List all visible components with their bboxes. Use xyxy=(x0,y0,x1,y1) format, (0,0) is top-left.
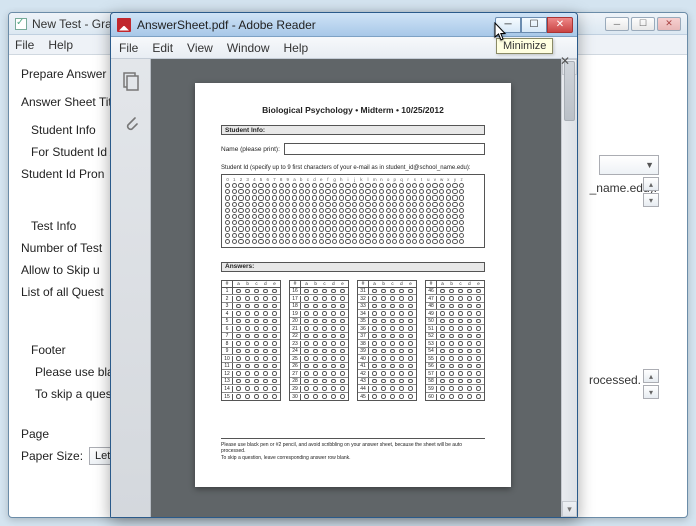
side-toolbar xyxy=(111,59,151,517)
answers-grid: #abcde123456789101112131415#abcde1617181… xyxy=(221,280,485,402)
footer-l2: To skip a question, leave corresponding … xyxy=(221,455,485,462)
name-label: Name (please print): xyxy=(221,146,280,153)
menu-view[interactable]: View xyxy=(187,41,213,55)
name-field xyxy=(284,143,485,155)
bg-scroll-down[interactable]: ▾ xyxy=(643,193,659,207)
bg-close-button[interactable]: ✕ xyxy=(657,17,681,31)
bg-footer-snippet: rocessed. xyxy=(589,373,641,387)
fg-titlebar[interactable]: AnswerSheet.pdf - Adobe Reader ─ ☐ ✕ xyxy=(111,13,577,37)
bg-title: New Test - Gra xyxy=(32,17,112,31)
scroll-thumb[interactable] xyxy=(564,61,575,121)
section-answers: Answers: xyxy=(221,262,485,272)
adobe-reader-window: AnswerSheet.pdf - Adobe Reader ─ ☐ ✕ Fil… xyxy=(110,12,578,518)
label-paper-size: Paper Size: xyxy=(21,449,83,463)
close-button[interactable]: ✕ xyxy=(547,17,573,33)
app-icon xyxy=(15,18,27,30)
sid-label: Student Id (specify up to 9 first charac… xyxy=(221,165,485,171)
bg-maximize-button[interactable]: ☐ xyxy=(631,17,655,31)
menu-window[interactable]: Window xyxy=(227,41,270,55)
fg-title: AnswerSheet.pdf - Adobe Reader xyxy=(137,18,316,32)
pdf-icon xyxy=(117,18,131,32)
minimize-button[interactable]: ─ xyxy=(495,17,521,33)
bg-scroll-up-2[interactable]: ▴ xyxy=(643,369,659,383)
attachment-icon[interactable] xyxy=(119,111,143,135)
section-student: Student Info: xyxy=(221,125,485,135)
doc-title: Biological Psychology • Midterm • 10/25/… xyxy=(221,105,485,115)
doc-close-button[interactable]: ✕ xyxy=(559,55,571,67)
menu-edit[interactable]: Edit xyxy=(152,41,173,55)
maximize-button[interactable]: ☐ xyxy=(521,17,547,33)
bg-menu-file[interactable]: File xyxy=(15,38,34,52)
page-footer: Please use black pen or #2 pencil, and a… xyxy=(221,438,485,462)
student-id-bubble-grid: 0123456789abcdefghijklmnopqrstuvwxyz xyxy=(221,174,485,248)
menu-help[interactable]: Help xyxy=(284,41,309,55)
bg-minimize-button[interactable]: ─ xyxy=(605,17,629,31)
chevron-down-icon: ▼ xyxy=(645,160,654,170)
menu-file[interactable]: File xyxy=(119,41,138,55)
pages-panel-icon[interactable] xyxy=(119,69,143,93)
footer-l1: Please use black pen or #2 pencil, and a… xyxy=(221,442,485,455)
bg-scroll-up[interactable]: ▴ xyxy=(643,177,659,191)
minimize-tooltip: Minimize xyxy=(496,38,553,54)
pdf-page: Biological Psychology • Midterm • 10/25/… xyxy=(195,83,511,487)
bg-scroll-down-2[interactable]: ▾ xyxy=(643,385,659,399)
viewer-scrollbar[interactable]: ▴ ▾ xyxy=(561,59,577,517)
bg-right-combo[interactable]: ▼ xyxy=(599,155,659,175)
fg-content: Biological Psychology • Midterm • 10/25/… xyxy=(111,59,577,517)
scroll-down-icon[interactable]: ▾ xyxy=(562,501,577,517)
bg-menu-help[interactable]: Help xyxy=(48,38,73,52)
pdf-viewer[interactable]: Biological Psychology • Midterm • 10/25/… xyxy=(151,59,577,517)
